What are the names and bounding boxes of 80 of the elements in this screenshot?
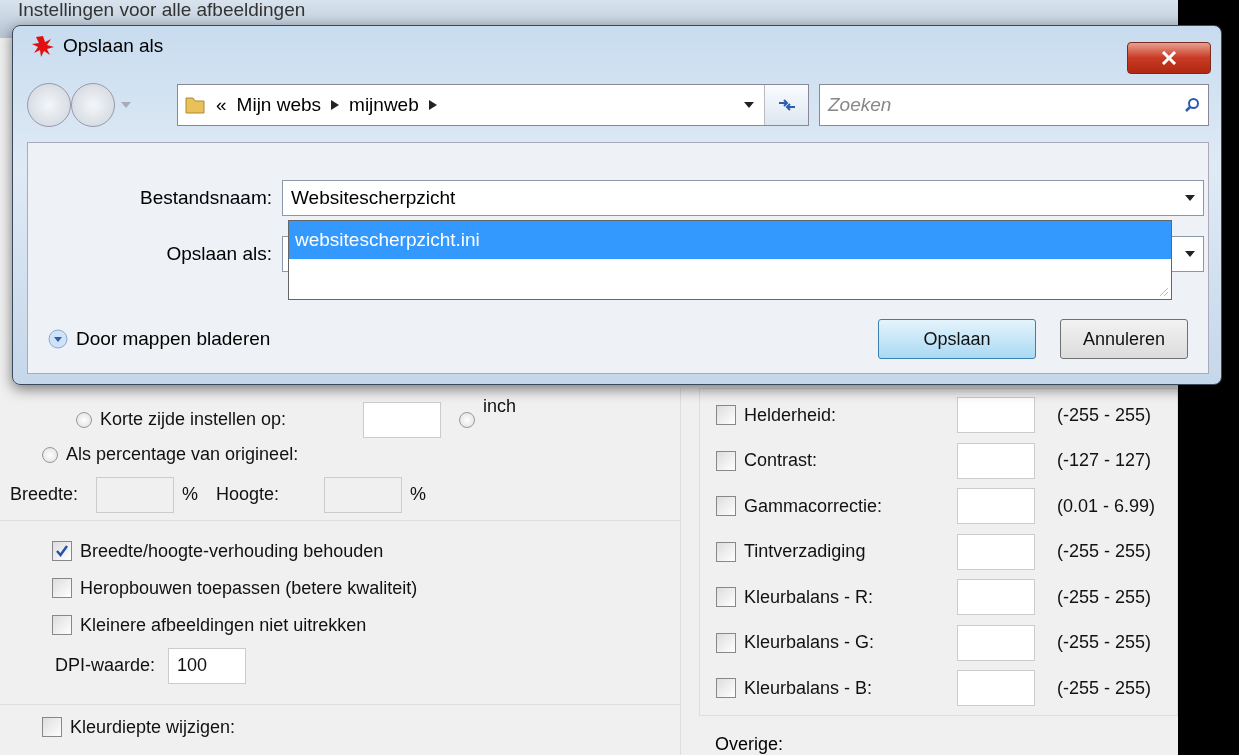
range-label: (-127 - 127): [1057, 450, 1152, 472]
adjustment-field[interactable]: [957, 488, 1035, 525]
adjustment-label: Kleurbalans - B:: [744, 677, 874, 699]
adjustment-field[interactable]: [957, 442, 1035, 479]
adjustment-field[interactable]: [957, 397, 1035, 434]
checkbox[interactable]: [716, 678, 736, 699]
close-icon: [1161, 51, 1177, 65]
checkbox[interactable]: [716, 632, 736, 653]
checkbox[interactable]: [716, 541, 736, 562]
breadcrumb-overflow[interactable]: «: [216, 94, 227, 116]
cancel-button[interactable]: Annuleren: [1059, 319, 1188, 359]
range-label: (-255 - 255): [1057, 586, 1152, 608]
adjustment-label: Helderheid:: [744, 404, 838, 426]
dpi-field[interactable]: 100: [168, 647, 246, 684]
percent-sign: %: [410, 484, 427, 505]
adjustment-field[interactable]: [957, 670, 1035, 707]
adjustment-label: Tintverzadiging: [744, 541, 867, 563]
adjustment-field[interactable]: [957, 533, 1035, 570]
dropdown-arrow-icon[interactable]: [744, 102, 754, 108]
browse-folders-label: Door mappen bladeren: [76, 328, 271, 350]
adjustment-label: Kleurbalans - G:: [744, 632, 876, 654]
address-bar[interactable]: « Mijn webs mijnweb: [177, 84, 809, 126]
window-title: Instellingen voor alle afbeeldingen: [18, 0, 306, 20]
height-label: Hoogte:: [216, 484, 281, 505]
adjustment-label: Gammacorrectie:: [744, 495, 884, 517]
option-label: Kleinere afbeeldingen niet uitrekken: [80, 614, 367, 636]
dpi-label: DPI-waarde:: [55, 655, 157, 676]
adjustment-field[interactable]: [957, 579, 1035, 616]
short-side-field[interactable]: [363, 401, 441, 438]
short-side-label: Korte zijde instellen op:: [100, 409, 288, 430]
height-field[interactable]: [324, 476, 402, 513]
checkbox[interactable]: [52, 578, 72, 598]
radio-button[interactable]: [459, 411, 475, 428]
breadcrumb-item[interactable]: mijnweb: [349, 94, 419, 116]
color-depth-label: Kleurdiepte wijzigen:: [70, 716, 236, 738]
save-button[interactable]: Opslaan: [877, 319, 1036, 359]
checkbox[interactable]: [42, 717, 62, 737]
percentage-label: Als percentage van origineel:: [66, 444, 299, 465]
close-button[interactable]: [1127, 42, 1211, 74]
option-label: Breedte/hoogte-verhouding behouden: [80, 540, 384, 562]
dropdown-arrow-icon: [1185, 251, 1195, 257]
percent-sign: %: [182, 484, 198, 505]
folder-icon: [184, 94, 206, 116]
forward-button[interactable]: [71, 83, 115, 127]
group-label: Overige:: [715, 734, 785, 755]
breadcrumb-item[interactable]: Mijn webs: [236, 94, 322, 116]
resize-grip-icon[interactable]: [1157, 285, 1169, 297]
filename-field[interactable]: Websitescherpzicht: [282, 180, 1204, 216]
width-label: Breedte:: [10, 484, 80, 505]
checkbox[interactable]: [716, 450, 736, 471]
checkbox[interactable]: [52, 615, 72, 635]
range-label: (-255 - 255): [1057, 632, 1152, 654]
range-label: (-255 - 255): [1057, 404, 1152, 426]
search-field[interactable]: Zoeken: [819, 84, 1209, 126]
range-label: (0.01 - 6.99): [1057, 495, 1156, 517]
checkbox[interactable]: [716, 405, 736, 426]
inch-label: inch: [483, 395, 517, 417]
chevron-right-icon[interactable]: [331, 100, 340, 110]
range-label: (-255 - 255): [1057, 541, 1152, 563]
radio-button[interactable]: [42, 446, 58, 463]
back-button[interactable]: [27, 83, 71, 127]
checkbox[interactable]: [52, 541, 72, 561]
file-type-label: Opslaan als:: [165, 243, 273, 265]
expand-icon: [48, 329, 68, 349]
option-label: Heropbouwen toepassen (betere kwaliteit): [80, 577, 418, 599]
checkbox[interactable]: [716, 496, 736, 517]
splat-icon: [31, 34, 55, 58]
adjustment-label: Kleurbalans - R:: [744, 586, 875, 608]
checkbox[interactable]: [716, 587, 736, 608]
adjustment-field[interactable]: [957, 624, 1035, 661]
refresh-button[interactable]: [764, 85, 808, 125]
dialog-title: Opslaan als: [63, 35, 164, 57]
adjustment-label: Contrast:: [744, 450, 819, 472]
dropdown-arrow-icon: [1185, 195, 1195, 201]
width-field[interactable]: [96, 476, 174, 513]
range-label: (-255 - 255): [1057, 677, 1152, 699]
filename-label: Bestandsnaam:: [138, 187, 273, 209]
chevron-right-icon[interactable]: [428, 100, 437, 110]
radio-button[interactable]: [76, 411, 92, 428]
search-icon: [1184, 97, 1200, 113]
